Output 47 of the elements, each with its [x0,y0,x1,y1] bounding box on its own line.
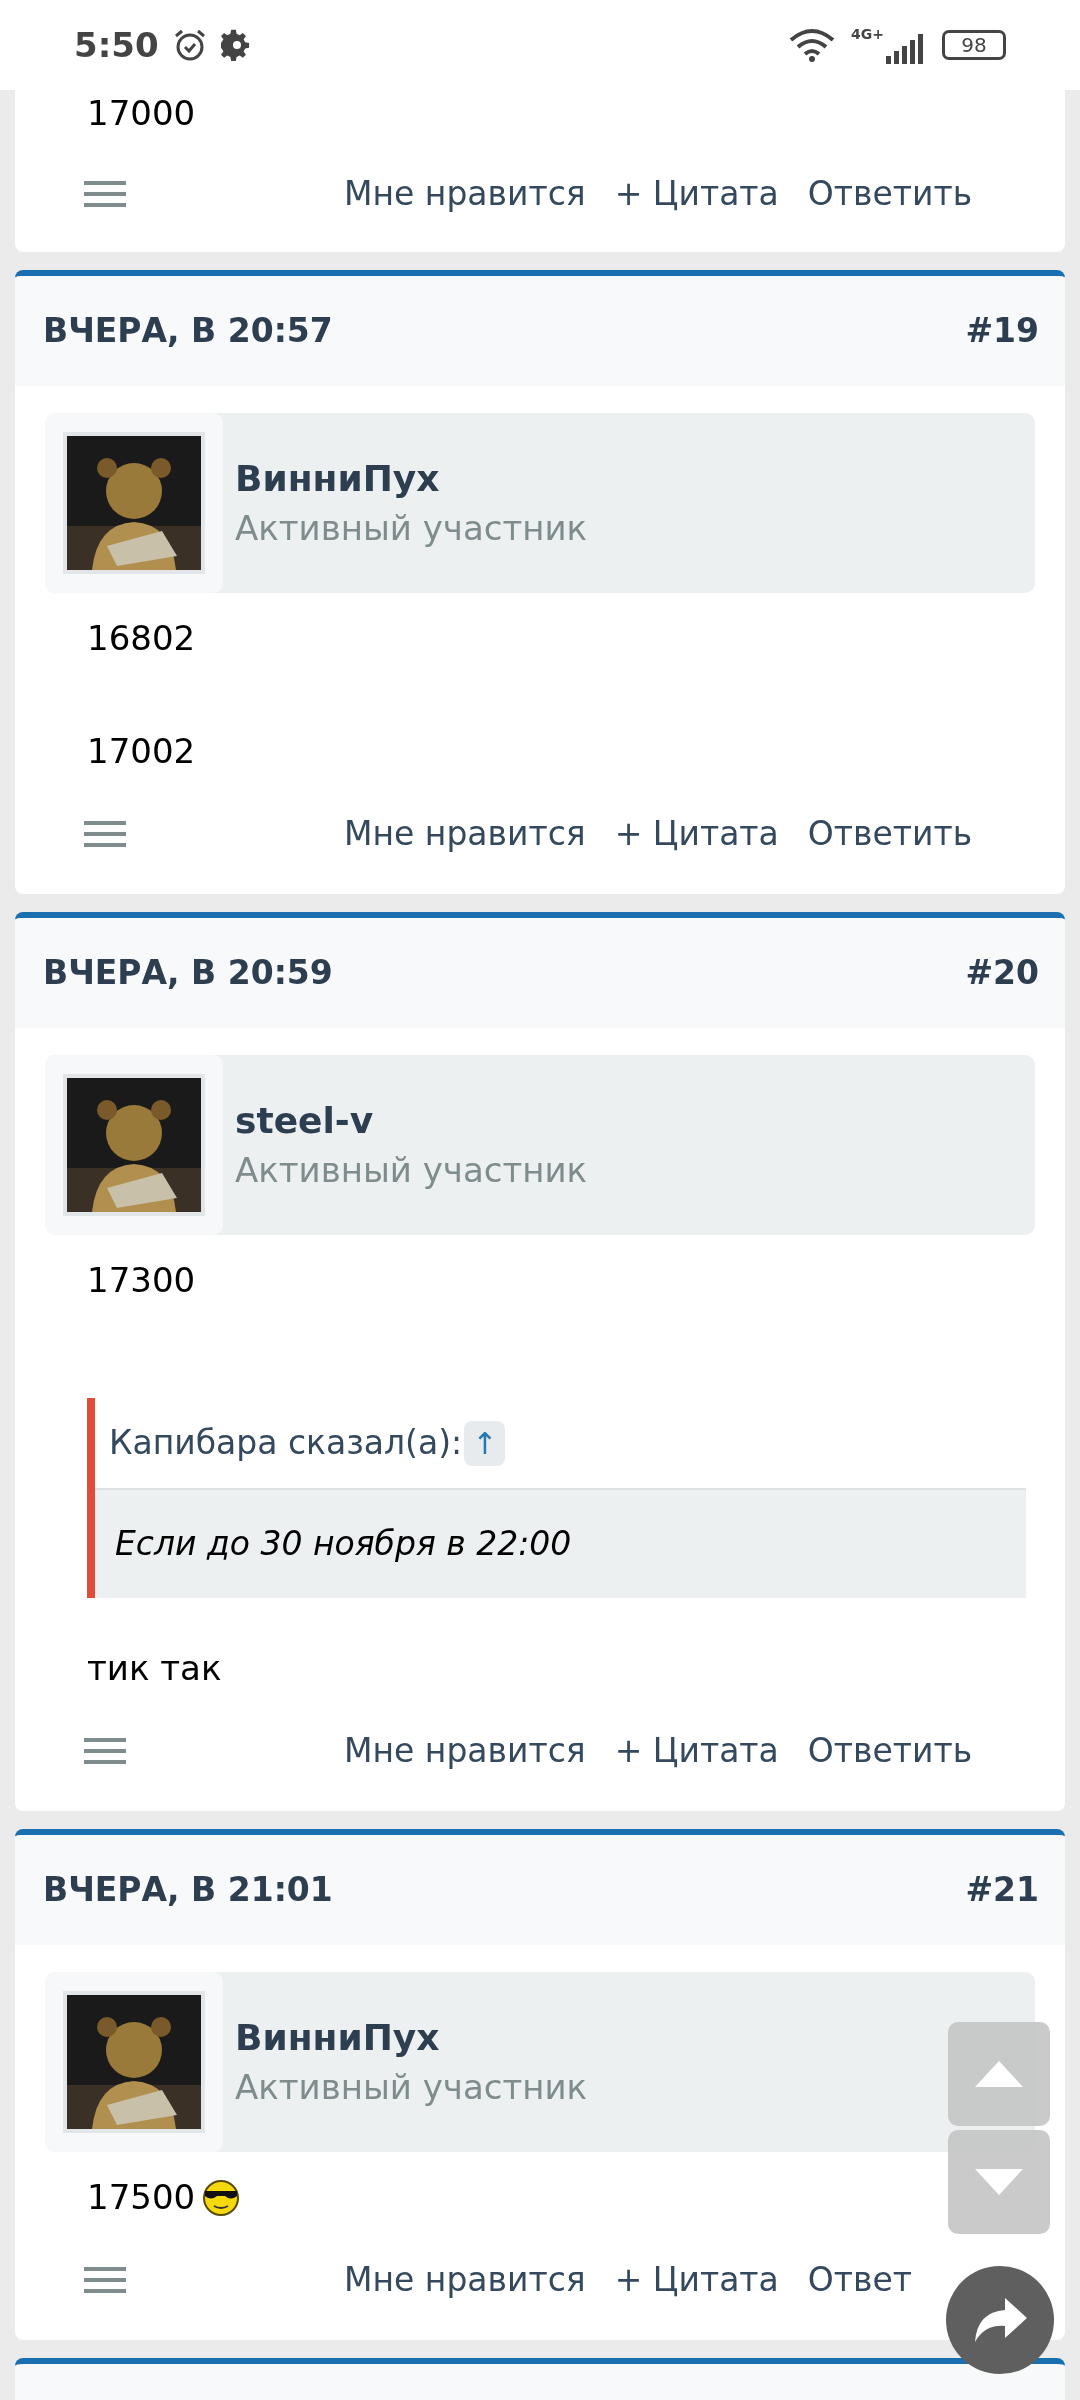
post-date: ВЧЕРА, В 20:57 [43,310,333,353]
action-link[interactable]: Мне нравится [344,1726,586,1776]
action-link[interactable]: Ответить [807,809,973,859]
menu-icon[interactable] [84,181,126,207]
action-link[interactable]: + Цитата [614,1726,779,1776]
action-link[interactable]: + Цитата [614,809,779,859]
post-text: 17500 [87,2176,196,2219]
menu-icon[interactable] [84,2267,126,2293]
share-arrow-icon [973,2298,1027,2342]
post-date: ВЧЕРА, В 21:01 [43,1869,333,1912]
up-triangle-icon [975,2061,1023,2087]
action-link[interactable]: Ответ [807,2255,912,2305]
post-text: 17002 [87,730,196,773]
action-link[interactable]: Мне нравится [344,169,586,219]
post-text: 17000 [87,92,196,135]
clock-time: 5:50 [74,23,159,67]
action-link[interactable]: + Цитата [614,169,779,219]
alarm-icon [172,28,207,62]
quote-author: Капибара сказал(а): [109,1422,463,1465]
post-number[interactable]: #21 [965,1865,1039,1915]
username[interactable]: ВинниПух [235,456,588,502]
username[interactable]: steel-v [235,1098,588,1144]
post-date: ВЧЕРА, В 20:59 [43,952,333,995]
network-type: 4G+ [851,25,884,44]
username[interactable]: ВинниПух [235,2015,588,2061]
sunglasses-smiley-icon [201,2177,242,2217]
post-text: 17300 [87,1259,196,1302]
signal-icon [886,34,926,64]
down-triangle-icon [975,2169,1023,2195]
post-text: тик так [87,1647,222,1690]
post-text: 16802 [87,617,196,660]
quote-text: Если до 30 ноября в 22:00 [115,1523,572,1566]
menu-icon[interactable] [84,821,126,847]
user-role: Активный участник [235,507,588,550]
wifi-icon [789,28,836,62]
battery-level: 98 [961,35,987,55]
quote-link[interactable]: ↑ [464,1420,506,1466]
user-role: Активный участник [235,1149,588,1192]
menu-icon[interactable] [84,1738,126,1764]
user-role: Активный участник [235,2066,588,2109]
action-link[interactable]: Ответить [807,1726,973,1776]
action-link[interactable]: + Цитата [614,2255,779,2305]
action-link[interactable]: Мне нравится [344,2255,586,2305]
action-link[interactable]: Ответить [807,169,973,219]
post-number[interactable]: #20 [965,948,1039,998]
post-number[interactable]: #19 [965,306,1039,356]
action-link[interactable]: Мне нравится [344,809,586,859]
